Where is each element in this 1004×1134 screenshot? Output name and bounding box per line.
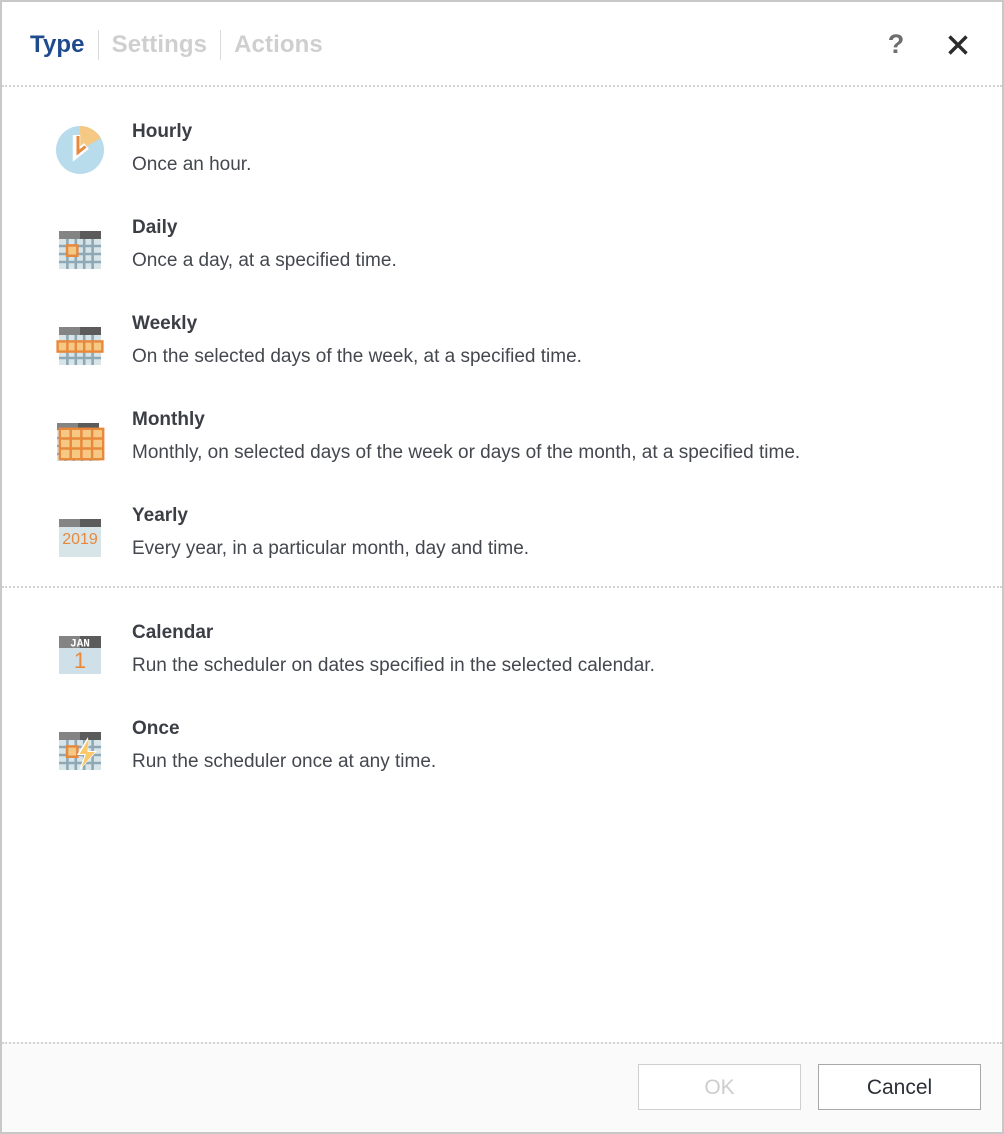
question-mark-icon: ?	[887, 29, 905, 59]
dialog-header: Type Settings Actions ?	[2, 2, 1002, 87]
option-text: Once Run the scheduler once at any time.	[132, 716, 436, 774]
option-once[interactable]: Once Run the scheduler once at any time.	[2, 716, 1002, 774]
tab-actions[interactable]: Actions	[221, 28, 336, 62]
option-description: Once an hour.	[132, 154, 252, 175]
option-description: Every year, in a particular month, day a…	[132, 538, 530, 559]
scheduler-type-dialog: Type Settings Actions ? Hourly Once an h…	[0, 0, 1004, 1134]
option-hourly[interactable]: Hourly Once an hour.	[2, 119, 1002, 177]
close-icon	[948, 34, 968, 55]
calendar-monthly-icon	[55, 413, 105, 463]
option-calendar[interactable]: JAN 1 Calendar Run the scheduler on date…	[2, 620, 1002, 678]
yearly-year-label: 2019	[62, 531, 98, 548]
option-title: Once	[132, 718, 180, 739]
dialog-body: Hourly Once an hour. Daily Once a day, a…	[2, 87, 1002, 1042]
option-text: Weekly On the selected days of the week,…	[132, 311, 582, 369]
option-title: Weekly	[132, 313, 198, 334]
calendar-once-icon	[55, 722, 105, 772]
option-text: Yearly Every year, in a particular month…	[132, 503, 529, 561]
option-description: On the selected days of the week, at a s…	[132, 346, 582, 367]
option-title: Calendar	[132, 622, 214, 643]
help-button[interactable]: ?	[878, 27, 914, 63]
tab-bar: Type Settings Actions	[30, 28, 878, 62]
calendar-yearly-icon: 2019	[55, 509, 105, 559]
calendar-weekly-icon	[55, 317, 105, 367]
option-group-recurring: Hourly Once an hour. Daily Once a day, a…	[2, 87, 1002, 586]
option-text: Calendar Run the scheduler on dates spec…	[132, 620, 655, 678]
option-daily[interactable]: Daily Once a day, at a specified time.	[2, 215, 1002, 273]
option-description: Run the scheduler once at any time.	[132, 751, 437, 772]
option-monthly[interactable]: Monthly Monthly, on selected days of the…	[2, 407, 1002, 465]
option-title: Yearly	[132, 505, 188, 526]
option-description: Run the scheduler on dates specified in …	[132, 655, 655, 676]
option-text: Daily Once a day, at a specified time.	[132, 215, 397, 273]
close-button[interactable]	[940, 27, 976, 63]
option-title: Daily	[132, 217, 178, 238]
tab-settings[interactable]: Settings	[99, 28, 220, 62]
tab-type[interactable]: Type	[30, 28, 98, 62]
option-description: Monthly, on selected days of the week or…	[132, 442, 801, 463]
calendar-daily-icon	[55, 221, 105, 271]
option-title: Hourly	[132, 121, 193, 142]
calendar-day-label: 1	[74, 648, 86, 673]
calendar-page-icon: JAN 1	[55, 626, 105, 676]
option-text: Monthly Monthly, on selected days of the…	[132, 407, 800, 465]
option-group-oneoff: JAN 1 Calendar Run the scheduler on date…	[2, 588, 1002, 796]
cancel-button[interactable]: Cancel	[818, 1064, 981, 1110]
option-title: Monthly	[132, 409, 205, 430]
option-description: Once a day, at a specified time.	[132, 250, 397, 271]
option-weekly[interactable]: Weekly On the selected days of the week,…	[2, 311, 1002, 369]
dialog-footer: OK Cancel	[2, 1042, 1002, 1132]
clock-hourly-icon	[55, 125, 105, 175]
header-actions: ?	[878, 27, 976, 63]
option-text: Hourly Once an hour.	[132, 119, 251, 177]
ok-button[interactable]: OK	[638, 1064, 801, 1110]
option-yearly[interactable]: 2019 Yearly Every year, in a particular …	[2, 503, 1002, 561]
